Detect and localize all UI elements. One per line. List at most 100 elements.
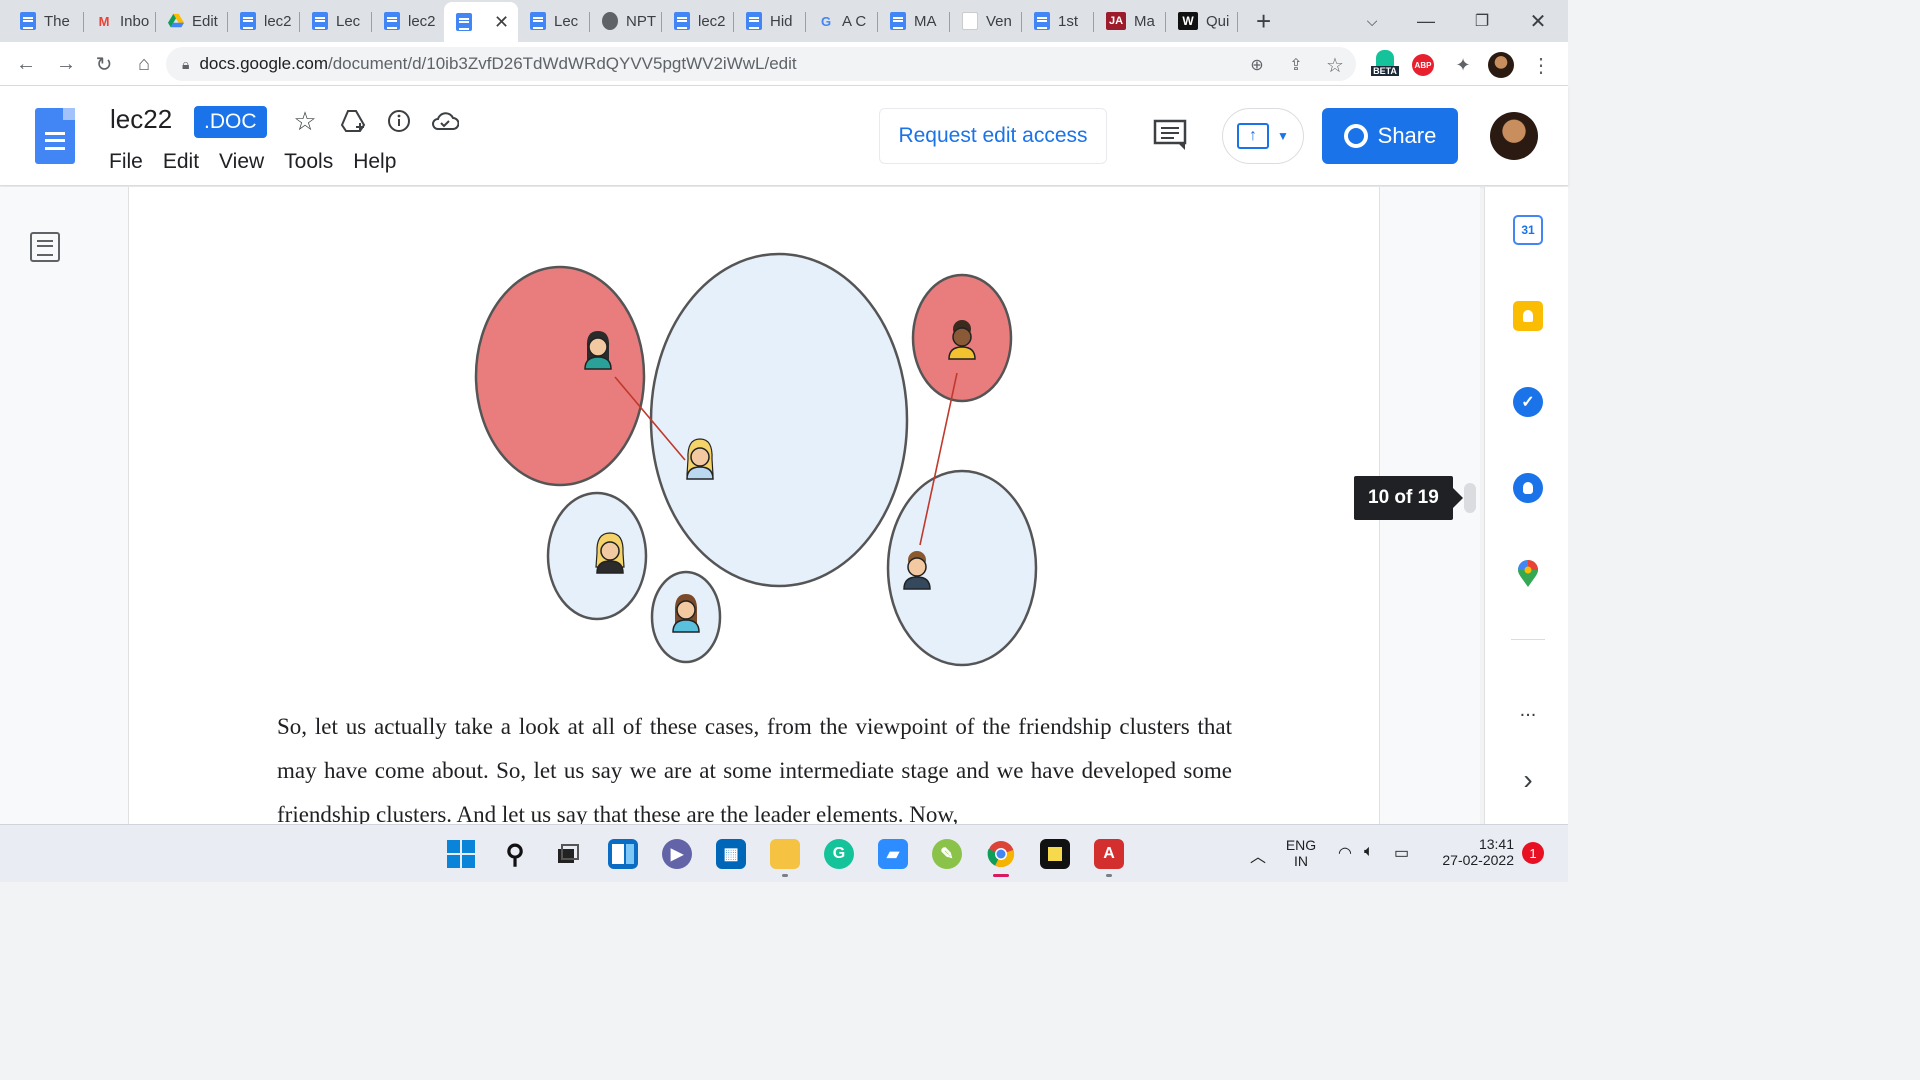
windows-start-icon[interactable] — [446, 839, 476, 869]
tab-active[interactable]: ✕ — [444, 2, 518, 42]
docs-icon — [890, 12, 906, 30]
tab-6[interactable]: lec2 — [372, 0, 444, 42]
clock[interactable]: 13:41 27-02-2022 — [1430, 836, 1514, 868]
zoom-app-icon[interactable]: ▰ — [878, 839, 908, 869]
tab-17[interactable]: W Qui — [1166, 0, 1238, 42]
tab-16[interactable]: JA Ma — [1094, 0, 1166, 42]
browser-menu-icon[interactable]: ⋮ — [1528, 52, 1554, 78]
docs-icon — [456, 13, 472, 31]
url-host: docs.google.com — [199, 54, 328, 73]
wifi-icon[interactable]: ◠ — [1338, 843, 1352, 863]
tab-search-icon[interactable]: ⌵ — [1346, 0, 1398, 42]
docs-logo-icon[interactable] — [35, 108, 75, 164]
grammarly-icon[interactable]: G — [824, 839, 854, 869]
scrollbar-thumb[interactable] — [1464, 483, 1476, 513]
home-icon[interactable]: ⌂ — [128, 48, 160, 80]
close-window-icon[interactable]: ✕ — [1512, 0, 1564, 42]
move-to-drive-icon[interactable] — [338, 106, 368, 136]
tab-1[interactable]: The — [8, 0, 84, 42]
reload-icon[interactable]: ↻ — [88, 48, 120, 80]
account-avatar[interactable] — [1490, 112, 1538, 160]
chrome-icon[interactable] — [986, 839, 1016, 869]
maps-icon[interactable] — [1513, 559, 1543, 589]
person-woman-dark-hair-icon — [584, 331, 612, 370]
task-view-icon[interactable] — [553, 839, 583, 869]
document-outline-icon[interactable] — [30, 232, 60, 262]
request-edit-access-button[interactable]: Request edit access — [879, 108, 1107, 164]
tasks-icon[interactable]: ✓ — [1513, 387, 1543, 417]
w-icon: W — [1178, 12, 1198, 30]
tab-5[interactable]: Lec — [300, 0, 372, 42]
tab-3[interactable]: Edit — [156, 0, 228, 42]
drive-icon — [168, 12, 184, 30]
volume-icon[interactable]: 🔈︎ — [1364, 843, 1374, 861]
language-indicator[interactable]: ENG IN — [1280, 837, 1322, 869]
forward-icon[interactable]: → — [50, 48, 82, 80]
restore-icon[interactable]: ❐ — [1456, 0, 1508, 42]
menu-help[interactable]: Help — [353, 150, 396, 174]
comments-icon[interactable] — [1152, 118, 1188, 152]
menu-edit[interactable]: Edit — [163, 150, 199, 174]
docs-icon — [312, 12, 328, 30]
beta-label: BETA — [1371, 66, 1399, 76]
present-button[interactable]: ↑ ▼ — [1222, 108, 1304, 164]
adblock-extension[interactable]: ABP — [1410, 52, 1436, 78]
share-button[interactable]: Share — [1322, 108, 1458, 164]
menu-tools[interactable]: Tools — [284, 150, 333, 174]
back-icon[interactable]: ← — [10, 48, 42, 80]
browser-toolbar: ← → ↻ ⌂ 🔒︎ docs.google.com/document/d/10… — [0, 42, 1568, 86]
acrobat-icon[interactable]: A — [1094, 839, 1124, 869]
new-tab-button[interactable]: + — [1244, 0, 1284, 42]
file-explorer-icon[interactable] — [770, 839, 800, 869]
calendar-icon[interactable]: 31 — [1513, 215, 1543, 245]
keep-icon[interactable] — [1513, 301, 1543, 331]
document-title[interactable]: lec22 — [110, 104, 172, 135]
docs-header: lec22 .DOC ☆ File Edit View Tools Help R… — [0, 86, 1568, 186]
more-icon[interactable]: ... — [1513, 695, 1543, 725]
sticky-notes-icon[interactable] — [1040, 839, 1070, 869]
tab-10[interactable]: lec2 — [662, 0, 734, 42]
minimize-icon[interactable]: — — [1400, 0, 1452, 42]
cloud-saved-icon[interactable] — [430, 106, 460, 136]
profile-avatar[interactable] — [1488, 52, 1514, 78]
tab-14[interactable]: Ven — [950, 0, 1022, 42]
puzzle-extensions-icon[interactable]: ✦ — [1450, 52, 1476, 78]
menu-file[interactable]: File — [109, 150, 143, 174]
contacts-icon[interactable] — [1513, 473, 1543, 503]
tab-13[interactable]: MA — [878, 0, 950, 42]
tab-2[interactable]: M Inbo — [84, 0, 156, 42]
store-icon[interactable]: ▦ — [716, 839, 746, 869]
cluster-blue-center — [649, 252, 909, 588]
tab-8[interactable]: Lec — [518, 0, 590, 42]
present-icon: ↑ — [1237, 123, 1270, 149]
star-icon[interactable]: ☆ — [290, 106, 320, 136]
widgets-icon[interactable] — [608, 839, 638, 869]
show-hidden-icons-icon[interactable]: ︿ — [1250, 843, 1266, 867]
tab-11[interactable]: Hid — [734, 0, 806, 42]
tab-15[interactable]: 1st — [1022, 0, 1094, 42]
tab-9[interactable]: NPT — [590, 0, 662, 42]
blank-icon — [962, 12, 978, 30]
close-tab-icon[interactable]: ✕ — [494, 12, 509, 33]
address-bar[interactable]: 🔒︎ docs.google.com/document/d/10ib3ZvfD2… — [166, 47, 1356, 81]
docs-icon — [530, 12, 546, 30]
cluster-red-left — [474, 265, 646, 487]
share-page-icon[interactable]: ⇪ — [1283, 52, 1309, 78]
file-type-badge: .DOC — [194, 106, 267, 138]
teams-chat-icon[interactable]: ▶ — [662, 839, 692, 869]
pen-app-icon[interactable]: ✎ — [932, 839, 962, 869]
document-status-icon[interactable] — [384, 106, 414, 136]
tab-12[interactable]: GA C — [806, 0, 878, 42]
battery-icon[interactable]: ▭ — [1394, 843, 1409, 863]
person-woman-brown-hair-icon — [672, 594, 700, 633]
expand-panel-icon[interactable]: › — [1513, 764, 1543, 795]
menu-view[interactable]: View — [219, 150, 264, 174]
search-icon[interactable]: ⚲ — [500, 839, 530, 869]
zoom-icon[interactable]: ⊕ — [1244, 52, 1270, 78]
document-page: So, let us actually take a look at all o… — [128, 187, 1380, 824]
tab-4[interactable]: lec2 — [228, 0, 300, 42]
notification-badge[interactable]: 1 — [1522, 842, 1544, 864]
document-paragraph[interactable]: So, let us actually take a look at all o… — [277, 705, 1232, 824]
grammarly-beta-extension[interactable]: BETA — [1370, 50, 1400, 76]
bookmark-star-icon[interactable]: ☆ — [1322, 52, 1348, 78]
